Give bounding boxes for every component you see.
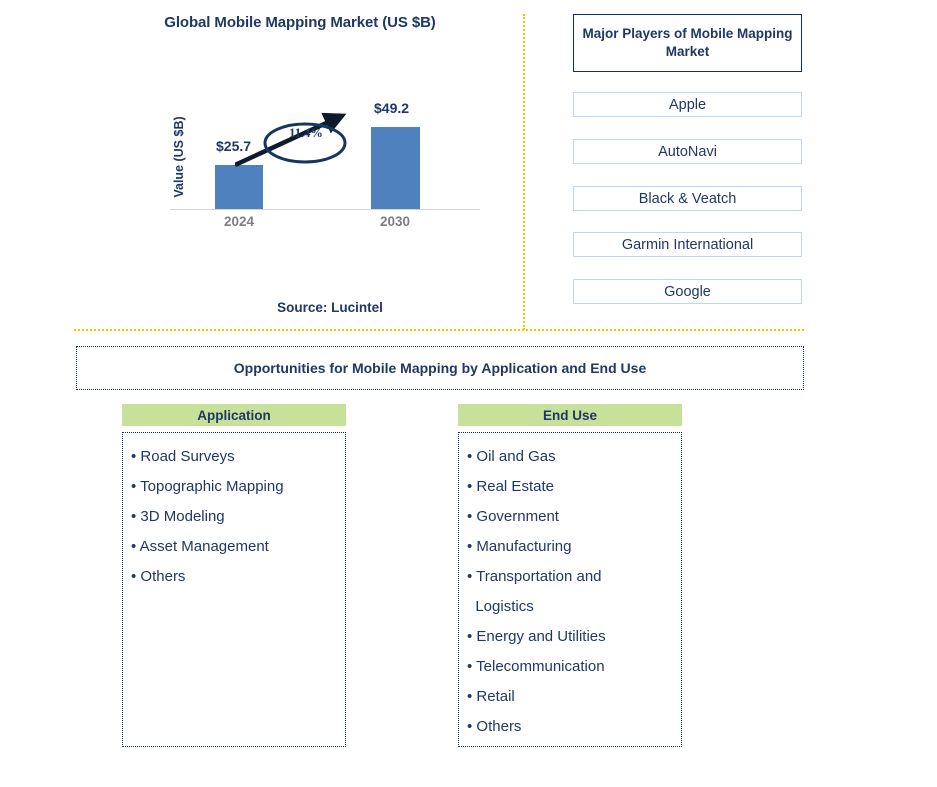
source-note: Source: Lucintel [277,300,383,315]
list-item: • 3D Modeling [131,508,225,525]
vertical-divider [523,14,525,330]
player-item-apple[interactable]: Apple [573,92,802,117]
list-item: • Manufacturing [467,538,572,555]
list-item: • Asset Management [131,538,269,555]
player-item-garmin-international[interactable]: Garmin International [573,232,802,257]
bar-chart: Value (US $B) $25.7 $49.2 2024 2030 11.4… [150,95,480,235]
player-item-black-and-veatch[interactable]: Black & Veatch [573,186,802,211]
list-item: • Energy and Utilities [467,628,606,645]
chart-title: Global Mobile Mapping Market (US $B) [164,14,436,31]
list-item: • Government [467,508,559,525]
player-item-autonavi[interactable]: AutoNavi [573,139,802,164]
list-item: • Topographic Mapping [131,478,284,495]
x-tick-2030: 2030 [379,214,411,229]
list-item: • Others [131,568,186,585]
x-tick-2024: 2024 [223,214,255,229]
application-column-header: Application [122,404,346,426]
end-use-list: • Oil and Gas • Real Estate • Government… [458,432,682,747]
list-item: • Road Surveys [131,448,235,465]
list-item: • Transportation and Logistics [467,568,602,615]
list-item: • Others [467,718,522,735]
list-item: • Telecommunication [467,658,605,675]
player-item-google[interactable]: Google [573,279,802,304]
list-item: • Oil and Gas [467,448,556,465]
chart-x-axis-line [170,209,480,210]
cagr-value-label: 11.4% [289,126,323,140]
horizontal-divider [74,329,804,331]
list-item: • Real Estate [467,478,554,495]
opportunities-banner: Opportunities for Mobile Mapping by Appl… [76,346,804,390]
major-players-header: Major Players of Mobile Mapping Market [573,14,802,72]
list-item: • Retail [467,688,515,705]
application-list: • Road Surveys • Topographic Mapping • 3… [122,432,346,747]
end-use-column-header: End Use [458,404,682,426]
